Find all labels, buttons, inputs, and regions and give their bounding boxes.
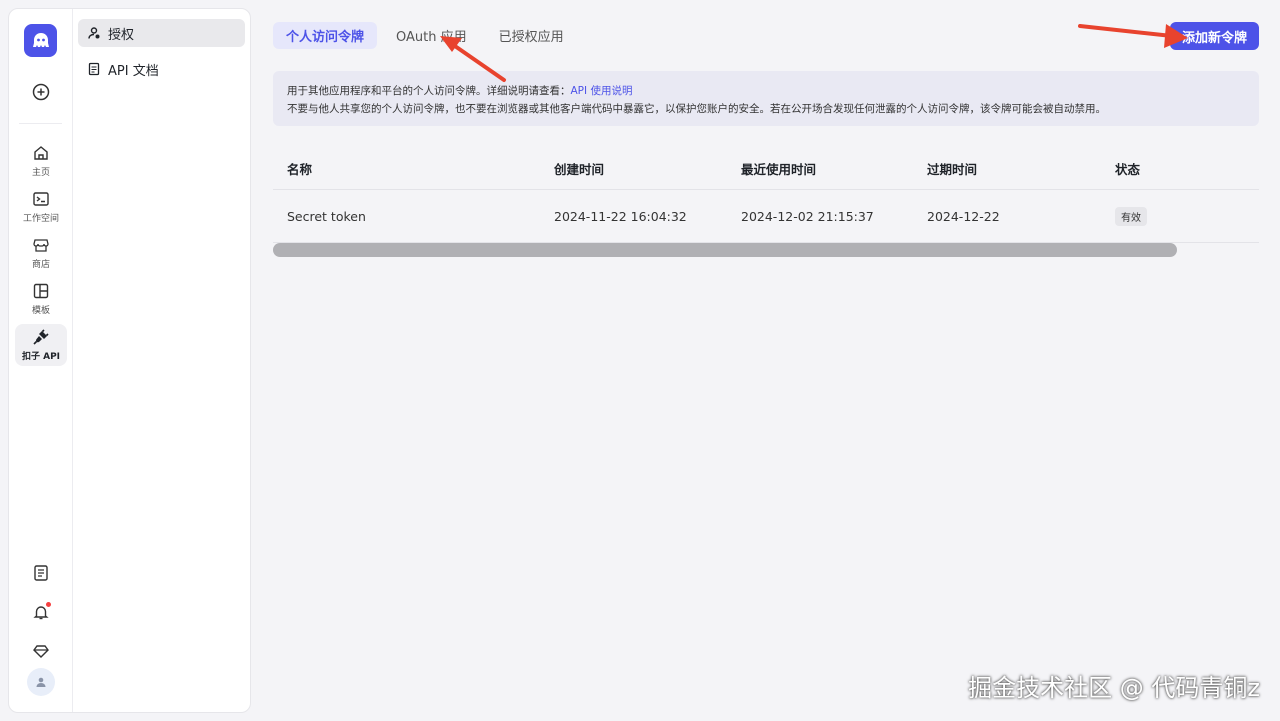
diamond-icon xyxy=(33,645,49,658)
rail-item-label: 扣子 API xyxy=(21,352,61,362)
header-created: 创建时间 xyxy=(554,162,605,177)
terminal-icon xyxy=(33,192,49,206)
doc-icon xyxy=(86,61,102,77)
horizontal-scrollbar[interactable] xyxy=(273,243,1177,257)
notifications-button[interactable] xyxy=(29,600,53,624)
rail-item-store[interactable]: 商店 xyxy=(15,232,67,274)
table-row[interactable]: Secret token 2024-11-22 16:04:32 2024-12… xyxy=(273,190,1259,243)
create-button[interactable] xyxy=(29,80,53,104)
info-line-2: 不要与他人共享您的个人访问令牌，也不要在浏览器或其他客户端代码中暴露它，以保护您… xyxy=(287,103,1106,115)
subnav-label: API 文档 xyxy=(108,63,159,79)
token-table: 名称 创建时间 最近使用时间 过期时间 状态 Secret token 2024… xyxy=(273,148,1259,243)
rail-item-label: 主页 xyxy=(31,168,50,178)
cell-created-time: 2024-11-22 16:04:32 xyxy=(554,208,687,224)
user-icon xyxy=(36,677,46,687)
docs-button[interactable] xyxy=(29,561,53,585)
rail-item-label: 商店 xyxy=(31,260,50,270)
user-avatar[interactable] xyxy=(27,668,55,696)
cell-status: 有效 xyxy=(1115,190,1147,242)
subnav-item-authorization[interactable]: 授权 xyxy=(78,19,245,47)
cell-last-used-time: 2024-12-02 21:15:37 xyxy=(741,208,874,224)
info-text: 用于其他应用程序和平台的个人访问令牌。详细说明请查看： xyxy=(287,85,571,97)
header-expires: 过期时间 xyxy=(927,162,978,177)
home-icon xyxy=(34,146,48,160)
cell-token-name: Secret token xyxy=(287,208,366,224)
app-logo[interactable] xyxy=(24,24,57,57)
plug-icon xyxy=(33,329,49,345)
tab-oauth-apps[interactable]: OAuth 应用 xyxy=(383,22,480,49)
document-icon xyxy=(34,565,48,581)
header-last-used: 最近使用时间 xyxy=(741,162,817,177)
rail-item-coze-api[interactable]: 扣子 API xyxy=(15,324,67,366)
rail-item-label: 工作空间 xyxy=(22,214,59,224)
key-icon xyxy=(86,25,102,41)
template-icon xyxy=(33,283,49,299)
rail-item-templates[interactable]: 模板 xyxy=(15,278,67,320)
rail-item-home[interactable]: 主页 xyxy=(15,140,67,182)
info-banner: 用于其他应用程序和平台的个人访问令牌。详细说明请查看：API 使用说明 不要与他… xyxy=(273,71,1259,126)
header-name: 名称 xyxy=(287,162,313,177)
cell-expire-time: 2024-12-22 xyxy=(927,208,1000,224)
token-tabs: 个人访问令牌 OAuth 应用 已授权应用 xyxy=(273,22,577,49)
left-panel: 主页 工作空间 商店 模板 扣子 API 授权 API 文档 xyxy=(8,8,251,713)
plus-circle-icon xyxy=(32,83,50,101)
store-icon xyxy=(33,239,49,252)
info-line-1: 用于其他应用程序和平台的个人访问令牌。详细说明请查看：API 使用说明 xyxy=(287,82,1245,100)
rail-item-label: 模板 xyxy=(31,306,50,316)
header-status: 状态 xyxy=(1115,162,1141,177)
add-new-token-button[interactable]: 添加新令牌 xyxy=(1170,22,1259,50)
rail-item-workspace[interactable]: 工作空间 xyxy=(15,186,67,228)
tab-personal-access-token[interactable]: 个人访问令牌 xyxy=(273,22,378,49)
notification-dot xyxy=(45,601,52,608)
api-usage-link[interactable]: API 使用说明 xyxy=(571,85,633,97)
ghost-logo-icon xyxy=(32,32,49,47)
premium-button[interactable] xyxy=(29,639,53,663)
icon-rail: 主页 工作空间 商店 模板 扣子 API xyxy=(9,9,73,712)
subnav-label: 授权 xyxy=(108,27,135,43)
subnav-item-api-docs[interactable]: API 文档 xyxy=(78,55,245,83)
sub-navigation: 授权 API 文档 xyxy=(73,9,250,712)
tab-authorized-apps[interactable]: 已授权应用 xyxy=(486,22,577,49)
status-badge: 有效 xyxy=(1115,206,1147,226)
table-header: 名称 创建时间 最近使用时间 过期时间 状态 xyxy=(273,148,1259,190)
rail-divider xyxy=(19,123,62,124)
watermark: 掘金技术社区 @ 代码青铜z xyxy=(968,674,1260,702)
